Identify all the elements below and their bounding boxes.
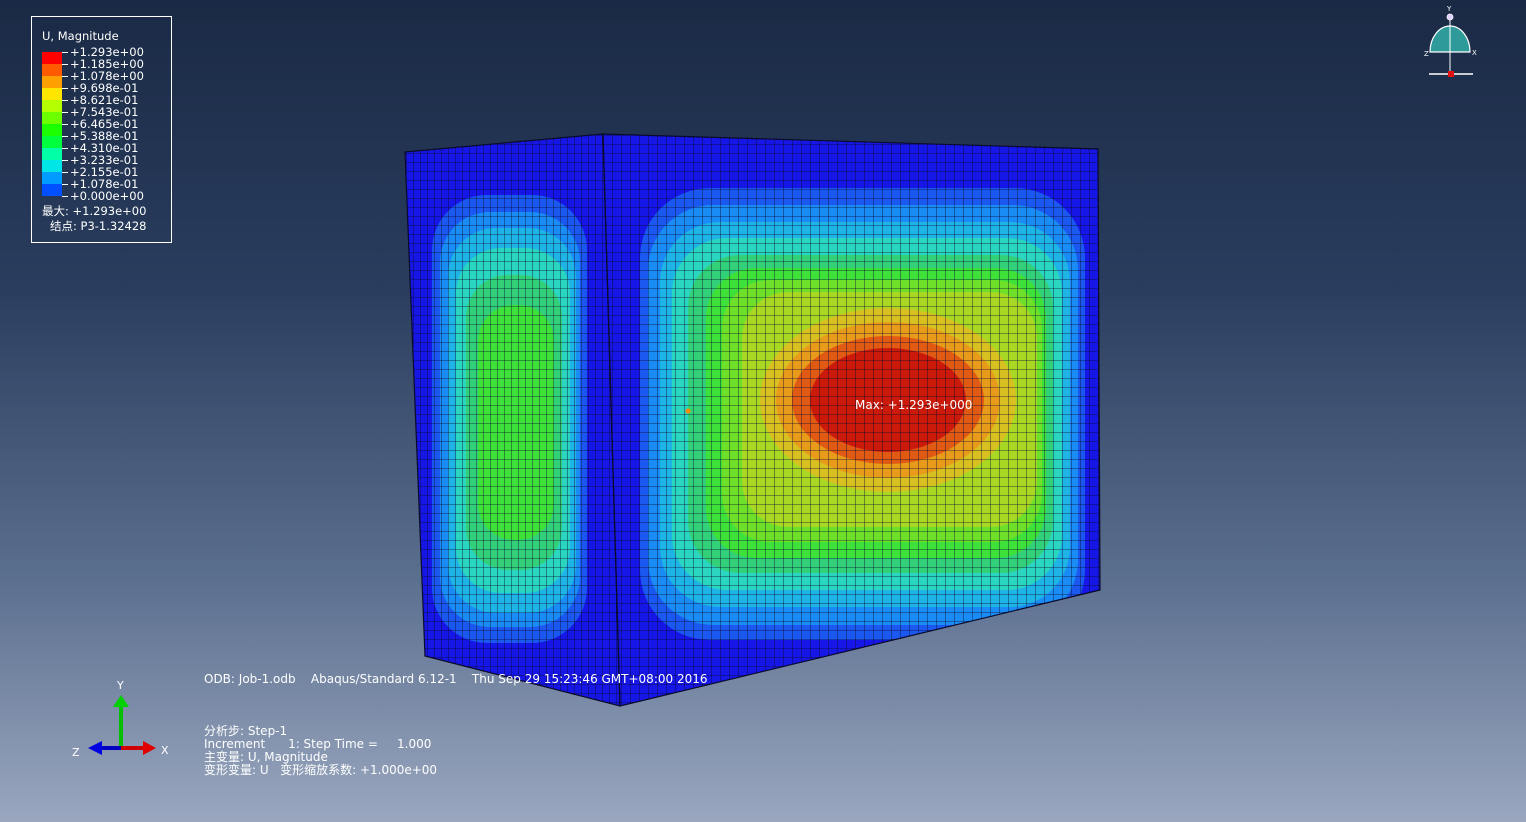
- model-viewport[interactable]: [0, 0, 1526, 822]
- legend-swatch: [42, 64, 62, 76]
- legend-labels: +1.293e+00 +1.185e+00 +1.078e+00 +9.698e…: [62, 46, 144, 202]
- legend-swatch: [42, 172, 62, 184]
- triad-z-label: Z: [72, 746, 80, 759]
- legend-swatch: [42, 184, 62, 196]
- legend-swatch: [42, 124, 62, 136]
- orient-x-label: X: [1472, 49, 1477, 57]
- orient-z-label: Z: [1424, 50, 1429, 58]
- max-value-label: Max: +1.293e+000: [855, 398, 973, 412]
- coordinate-triad: Y X Z: [72, 679, 169, 759]
- left-face: [405, 134, 620, 706]
- legend-swatch: [42, 112, 62, 124]
- odb-info-line: ODB: Job-1.odb Abaqus/Standard 6.12-1 Th…: [204, 672, 708, 686]
- deformed-variable-line: 变形变量: U 变形缩放系数: +1.000e+00: [204, 763, 438, 777]
- triad-y-label: Y: [116, 679, 124, 692]
- legend-swatch: [42, 148, 62, 160]
- triad-x-label: X: [161, 744, 169, 757]
- legend-max-node: 结点: P3-1.32428: [50, 219, 147, 233]
- orient-y-label: Y: [1446, 5, 1452, 13]
- legend-swatch: [42, 136, 62, 148]
- legend-swatch: [42, 160, 62, 172]
- contour-legend[interactable]: U, Magnitude +1.293e+00 +1.185e+00 +1.07…: [31, 16, 172, 243]
- legend-swatch: [42, 76, 62, 88]
- view-orientation-icon[interactable]: Y X Z: [1415, 2, 1485, 82]
- probe-marker: [685, 408, 691, 414]
- legend-title: U, Magnitude: [42, 29, 119, 43]
- legend-swatch: [42, 100, 62, 112]
- legend-max-value: 最大: +1.293e+00: [42, 204, 147, 218]
- legend-swatches: [42, 52, 62, 196]
- legend-label: +0.000e+00: [62, 190, 144, 202]
- right-face: [603, 134, 1100, 706]
- legend-swatch: [42, 88, 62, 100]
- legend-swatch: [42, 52, 62, 64]
- step-info-block: 分析步: Step-1 Increment 1: Step Time = 1.0…: [204, 725, 437, 777]
